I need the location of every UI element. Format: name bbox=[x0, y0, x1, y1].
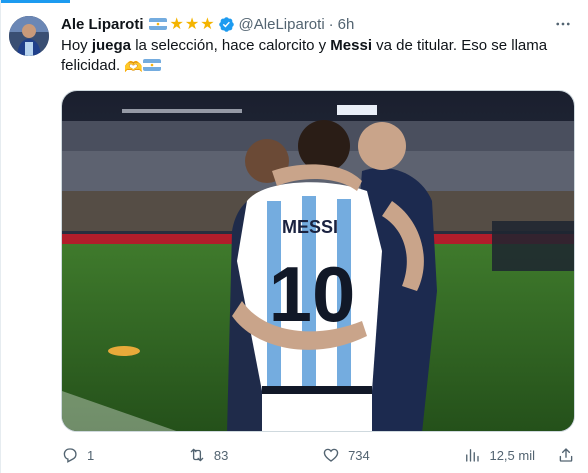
argentina-flag-icon bbox=[143, 59, 162, 71]
tweet-text-bold: juega bbox=[91, 37, 132, 54]
views-icon bbox=[466, 449, 480, 462]
tweet-text-part: Hoy bbox=[61, 37, 92, 54]
reply-button[interactable]: 1 bbox=[61, 446, 94, 464]
tweet-text-bold: Messi bbox=[330, 37, 372, 54]
share-icon bbox=[559, 448, 573, 462]
tweet-photo[interactable]: MESSI 10 bbox=[61, 90, 575, 432]
author-handle[interactable]: @AleLiparoti bbox=[239, 16, 325, 33]
repost-icon bbox=[190, 448, 204, 462]
tweet-text-part: la selección, hace calorcito y bbox=[131, 37, 331, 54]
jersey-number-text: 10 bbox=[269, 250, 356, 338]
separator-dot: · bbox=[328, 15, 334, 33]
like-icon bbox=[323, 448, 339, 462]
more-icon[interactable] bbox=[549, 12, 577, 36]
views-count: 12,5 mil bbox=[489, 447, 535, 463]
like-button[interactable]: 734 bbox=[322, 446, 370, 464]
tweet[interactable]: Ale Liparoti ★★★ @AleLiparoti · 6h Hoy j… bbox=[0, 0, 588, 473]
timestamp[interactable]: 6h bbox=[338, 16, 355, 33]
avatar[interactable] bbox=[9, 16, 49, 56]
author-name[interactable]: Ale Liparoti bbox=[61, 16, 144, 33]
share-button[interactable] bbox=[557, 446, 575, 464]
reply-count: 1 bbox=[87, 447, 95, 463]
verified-badge-icon bbox=[218, 16, 234, 32]
reply-icon bbox=[63, 448, 77, 463]
repost-count: 83 bbox=[213, 447, 229, 463]
like-count: 734 bbox=[348, 447, 370, 463]
tweet-actions: 1 83 734 12,5 mil bbox=[61, 444, 575, 466]
argentina-flag-icon bbox=[148, 18, 167, 30]
stars-emoji: ★★★ bbox=[169, 16, 216, 33]
repost-button[interactable]: 83 bbox=[188, 446, 228, 464]
heart-hands-emoji: 🫶 bbox=[124, 59, 144, 76]
views-button[interactable]: 12,5 mil bbox=[463, 446, 535, 464]
jersey-name-text: MESSI bbox=[282, 217, 338, 237]
tweet-header: Ale Liparoti ★★★ @AleLiparoti · 6h bbox=[61, 14, 354, 34]
actions-right: 12,5 mil bbox=[463, 446, 575, 464]
tweet-text: Hoy juega la selección, hace calorcito y… bbox=[61, 36, 576, 78]
